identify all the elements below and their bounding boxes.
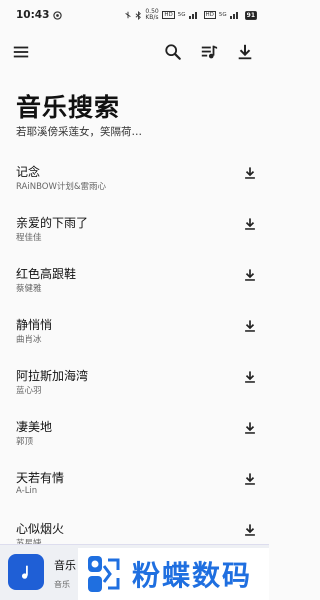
song-title: 静悄悄 — [16, 318, 53, 332]
song-title: 心似烟火 — [16, 522, 65, 536]
page-title: 音乐搜索 — [16, 93, 121, 122]
song-download-button[interactable] — [241, 215, 259, 233]
notification-icon — [53, 10, 63, 20]
download-icon — [245, 371, 255, 383]
menu-button[interactable] — [7, 38, 35, 66]
player-subtitle: 音乐 — [54, 580, 70, 589]
song-artist: 郭顶 — [16, 437, 34, 447]
song-row[interactable]: 凄美地 郭顶 — [0, 405, 269, 456]
download-icon — [245, 524, 255, 536]
mute-icon — [125, 11, 132, 19]
music-note-icon — [21, 565, 28, 579]
song-download-button[interactable] — [241, 419, 259, 437]
status-left: 10:43 — [16, 9, 63, 21]
bluetooth-icon — [135, 10, 142, 20]
download-icon — [245, 167, 255, 179]
status-right: 0.50 KB/s HD 5G HD 5G 91 — [124, 9, 257, 21]
status-time: 10:43 — [16, 9, 50, 21]
playlist-button[interactable] — [195, 38, 223, 66]
song-download-button[interactable] — [241, 521, 259, 539]
status-bar: 10:43 0.50 KB/s HD 5G HD 5G 91 — [0, 0, 269, 30]
song-artist: 曲肖冰 — [16, 335, 42, 345]
song-title: 凄美地 — [16, 420, 53, 434]
download-icon — [245, 218, 255, 230]
song-download-button[interactable] — [241, 164, 259, 182]
song-artist: A-Lin — [16, 486, 38, 496]
player-title: 音乐 — [54, 559, 76, 572]
download-icon — [245, 473, 255, 485]
player-artwork — [8, 554, 44, 590]
song-download-button[interactable] — [241, 317, 259, 335]
page-subtitle: 若耶溪傍采莲女，笑隔荷… — [16, 126, 142, 138]
song-download-button[interactable] — [241, 470, 259, 488]
5g-label-2: 5G — [218, 12, 227, 18]
song-artist: 蓝心羽 — [16, 386, 42, 396]
song-artist: RAiNBOW计划&雷雨心 — [16, 182, 107, 192]
download-icon — [245, 422, 255, 434]
song-title: 红色高跟鞋 — [16, 267, 77, 281]
song-row[interactable]: 静悄悄 曲肖冰 — [0, 303, 269, 354]
song-row[interactable]: 红色高跟鞋 蔡健雅 — [0, 252, 269, 303]
song-title: 阿拉斯加海湾 — [16, 369, 89, 383]
song-list: 记念 RAiNBOW计划&雷雨心 亲爱的下雨了 程佳佳 红色高跟鞋 蔡健雅 静悄… — [0, 150, 269, 558]
battery-icon: 91 — [244, 10, 257, 20]
watermark: 粉蝶数码 — [78, 548, 269, 600]
song-row[interactable]: 亲爱的下雨了 程佳佳 — [0, 201, 269, 252]
song-download-button[interactable] — [241, 368, 259, 386]
search-icon — [165, 44, 181, 60]
song-download-button[interactable] — [241, 266, 259, 284]
song-artist: 程佳佳 — [16, 233, 42, 243]
song-row[interactable]: 天若有情 A-Lin — [0, 456, 269, 507]
hd-label-2: HD — [203, 11, 216, 19]
hd-label-1: HD — [162, 11, 175, 19]
menu-icon — [13, 46, 29, 58]
net-speed: 0.50 KB/s — [145, 8, 159, 21]
toolbar — [0, 38, 269, 66]
signal-icon — [188, 11, 201, 19]
song-row[interactable]: 阿拉斯加海湾 蓝心羽 — [0, 354, 269, 405]
song-artist: 蔡健雅 — [16, 284, 42, 294]
signal-icon-2 — [229, 11, 242, 19]
song-row[interactable]: 记念 RAiNBOW计划&雷雨心 — [0, 150, 269, 201]
search-button[interactable] — [159, 38, 187, 66]
watermark-text: 粉蝶数码 — [132, 559, 253, 592]
download-icon — [245, 320, 255, 332]
5g-label-1: 5G — [177, 12, 186, 18]
song-title: 记念 — [16, 165, 41, 179]
download-all-button[interactable] — [231, 38, 259, 66]
download-icon — [238, 44, 252, 60]
playlist-icon — [201, 45, 218, 59]
song-title: 天若有情 — [16, 471, 65, 485]
butterfly-logo-icon — [88, 556, 120, 592]
song-title: 亲爱的下雨了 — [16, 216, 89, 230]
download-icon — [245, 269, 255, 281]
